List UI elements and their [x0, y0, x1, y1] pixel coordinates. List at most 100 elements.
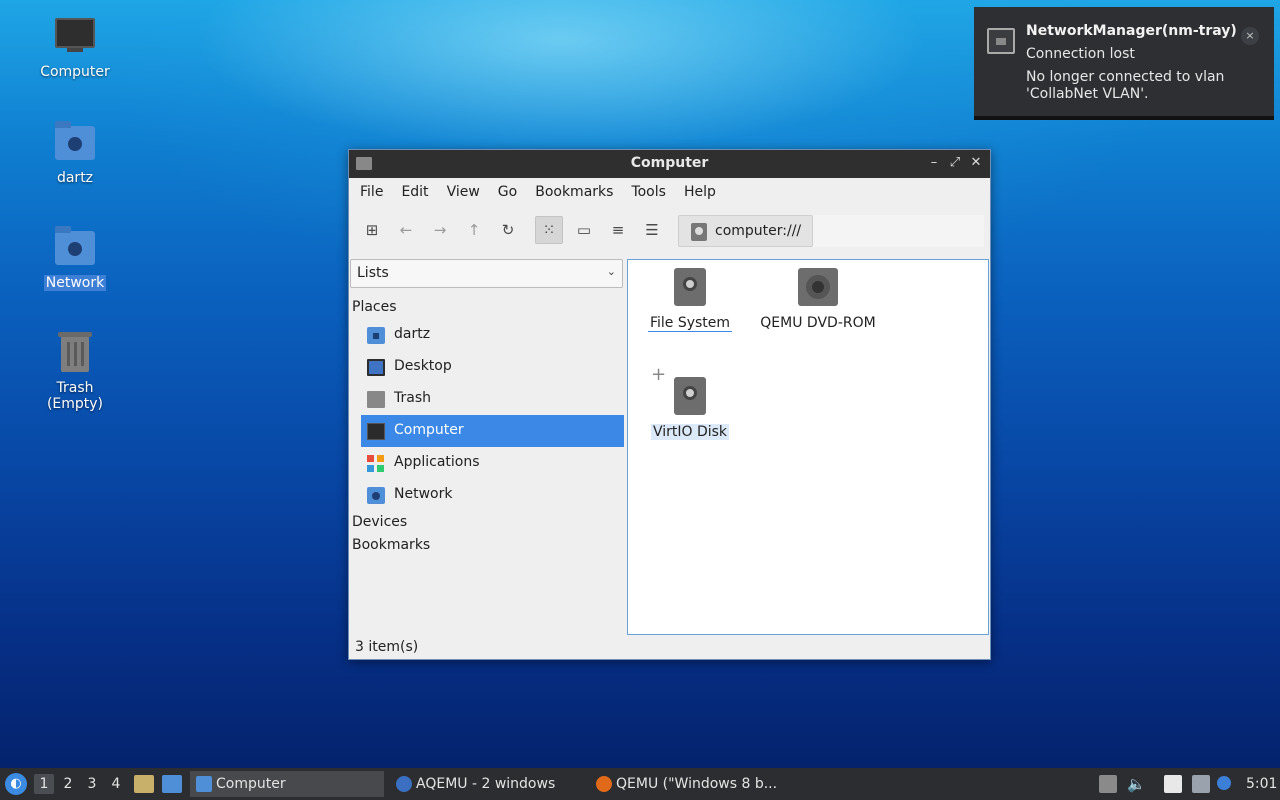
- up-arrow-icon[interactable]: ↑: [460, 216, 488, 244]
- compact-view-icon[interactable]: ≡: [604, 216, 632, 244]
- workspace-2[interactable]: 2: [58, 774, 78, 794]
- reload-icon[interactable]: ↻: [494, 216, 522, 244]
- taskbar: ◐ 1 2 3 4 Computer AQEMU - 2 windows QEM…: [0, 768, 1280, 800]
- place-label: Computer: [394, 422, 464, 438]
- eject-icon[interactable]: [1099, 775, 1117, 793]
- workspace-3[interactable]: 3: [82, 774, 102, 794]
- menu-tools[interactable]: Tools: [622, 184, 675, 200]
- network-wired-icon: [987, 28, 1015, 54]
- place-item-trash[interactable]: Trash: [361, 383, 624, 415]
- task-label: QEMU ("Windows 8 b...: [616, 776, 778, 792]
- item-qemu-dvd-rom[interactable]: QEMU DVD-ROM: [753, 267, 883, 331]
- notification-body: No longer connected to vlan 'CollabNet V…: [1026, 69, 1225, 102]
- menu-bar: File Edit View Go Bookmarks Tools Help: [349, 178, 990, 206]
- workspace-1[interactable]: 1: [34, 774, 54, 794]
- place-label: Trash: [394, 390, 431, 406]
- computer-icon: [53, 14, 97, 58]
- desktop-icon-computer[interactable]: Computer: [25, 14, 125, 80]
- drive-icon: [691, 223, 707, 241]
- thumbnail-view-icon[interactable]: ▭: [570, 216, 598, 244]
- menu-view[interactable]: View: [438, 184, 489, 200]
- notification-title: NetworkManager(nm-tray): [1026, 23, 1237, 39]
- qemu-icon: [596, 776, 612, 792]
- file-manager-window: Computer – ⤢ ✕ File Edit View Go Bookmar…: [348, 149, 991, 660]
- computer-icon: [367, 423, 385, 440]
- window-titlebar[interactable]: Computer – ⤢ ✕: [349, 150, 990, 178]
- task-computer[interactable]: Computer: [190, 771, 384, 797]
- folder-view[interactable]: File System QEMU DVD-ROM + VirtIO Disk: [627, 259, 989, 635]
- forward-arrow-icon[interactable]: →: [426, 216, 454, 244]
- applications-icon: [367, 455, 385, 472]
- desktop-icon: [367, 359, 385, 376]
- drive-icon: [673, 267, 707, 307]
- start-menu-icon[interactable]: ◐: [5, 773, 27, 795]
- section-places[interactable]: Places: [349, 296, 626, 319]
- home-folder-icon: [53, 120, 97, 164]
- clock[interactable]: 5:01: [1246, 768, 1277, 800]
- place-item-network[interactable]: Network: [361, 479, 624, 511]
- desktop-icon-label: Trash (Empty): [46, 380, 104, 412]
- close-button[interactable]: ✕: [967, 153, 985, 173]
- maximize-button[interactable]: ⤢: [946, 153, 964, 173]
- trash-icon: [367, 391, 385, 408]
- place-label: Network: [394, 486, 453, 502]
- task-qemu[interactable]: QEMU ("Windows 8 b...: [590, 771, 790, 797]
- section-bookmarks[interactable]: Bookmarks: [349, 534, 626, 557]
- trash-icon: [53, 330, 97, 374]
- folder-icon: [196, 776, 212, 792]
- menu-go[interactable]: Go: [489, 184, 526, 200]
- toolbar: ⊞ ← → ↑ ↻ ⁙ ▭ ≡ ☰ computer:///: [349, 206, 990, 256]
- notification-popup[interactable]: NetworkManager(nm-tray) Connection lost …: [974, 7, 1274, 120]
- workspace-4[interactable]: 4: [106, 774, 126, 794]
- place-item-desktop[interactable]: Desktop: [361, 351, 624, 383]
- desktop-icon-trash[interactable]: Trash (Empty): [25, 330, 125, 412]
- status-bar-text: 3 item(s): [355, 639, 419, 655]
- section-devices[interactable]: Devices: [349, 511, 626, 534]
- place-label: Desktop: [394, 358, 452, 374]
- item-label: File System: [647, 315, 733, 332]
- detailed-list-view-icon[interactable]: ☰: [638, 216, 666, 244]
- side-pane-mode-select[interactable]: Lists ⌄: [350, 259, 623, 288]
- place-item-computer[interactable]: Computer: [361, 415, 624, 447]
- notification-close-button[interactable]: ×: [1241, 27, 1259, 45]
- path-button-computer[interactable]: computer:///: [678, 215, 813, 247]
- menu-bookmarks[interactable]: Bookmarks: [526, 184, 622, 200]
- network-folder-icon: [53, 225, 97, 269]
- network-folder-icon: [367, 487, 385, 504]
- chevron-down-icon: ⌄: [606, 265, 616, 278]
- place-label: Applications: [394, 454, 480, 470]
- place-item-applications[interactable]: Applications: [361, 447, 624, 479]
- place-label: dartz: [394, 326, 431, 342]
- path-text: computer:///: [715, 223, 802, 239]
- item-label: VirtIO Disk: [650, 424, 730, 440]
- menu-file[interactable]: File: [351, 184, 392, 200]
- task-aqemu[interactable]: AQEMU - 2 windows: [390, 771, 584, 797]
- side-pane-mode-value: Lists: [357, 265, 389, 281]
- desktop-icon-label: Computer: [40, 64, 110, 80]
- item-file-system[interactable]: File System: [625, 267, 755, 332]
- desktop-icon-network[interactable]: Network: [25, 225, 125, 291]
- item-label: QEMU DVD-ROM: [760, 315, 876, 331]
- network-tray-icon[interactable]: [1192, 775, 1210, 793]
- back-arrow-icon[interactable]: ←: [392, 216, 420, 244]
- path-bar[interactable]: computer:///: [678, 215, 984, 247]
- menu-edit[interactable]: Edit: [392, 184, 437, 200]
- aqemu-icon: [396, 776, 412, 792]
- drive-icon: [673, 376, 707, 416]
- file-manager-launcher-icon[interactable]: [162, 775, 182, 793]
- clipboard-icon[interactable]: [1164, 775, 1182, 793]
- place-item-dartz[interactable]: dartz: [361, 319, 624, 351]
- new-tab-icon[interactable]: ⊞: [358, 216, 386, 244]
- desktop-icon-dartz[interactable]: dartz: [25, 120, 125, 186]
- item-virtio-disk[interactable]: VirtIO Disk: [625, 376, 755, 440]
- optical-drive-icon: [798, 267, 838, 307]
- side-pane: Places dartz Desktop Trash Computer Appl…: [349, 296, 626, 557]
- minimize-button[interactable]: –: [925, 153, 943, 173]
- show-desktop-icon[interactable]: [134, 775, 154, 793]
- desktop-icon-label: Network: [43, 275, 107, 291]
- menu-help[interactable]: Help: [675, 184, 725, 200]
- icon-view-icon[interactable]: ⁙: [535, 216, 563, 244]
- update-notifier-icon[interactable]: [1217, 776, 1231, 790]
- volume-icon[interactable]: 🔈: [1127, 775, 1146, 793]
- window-title: Computer: [630, 155, 709, 171]
